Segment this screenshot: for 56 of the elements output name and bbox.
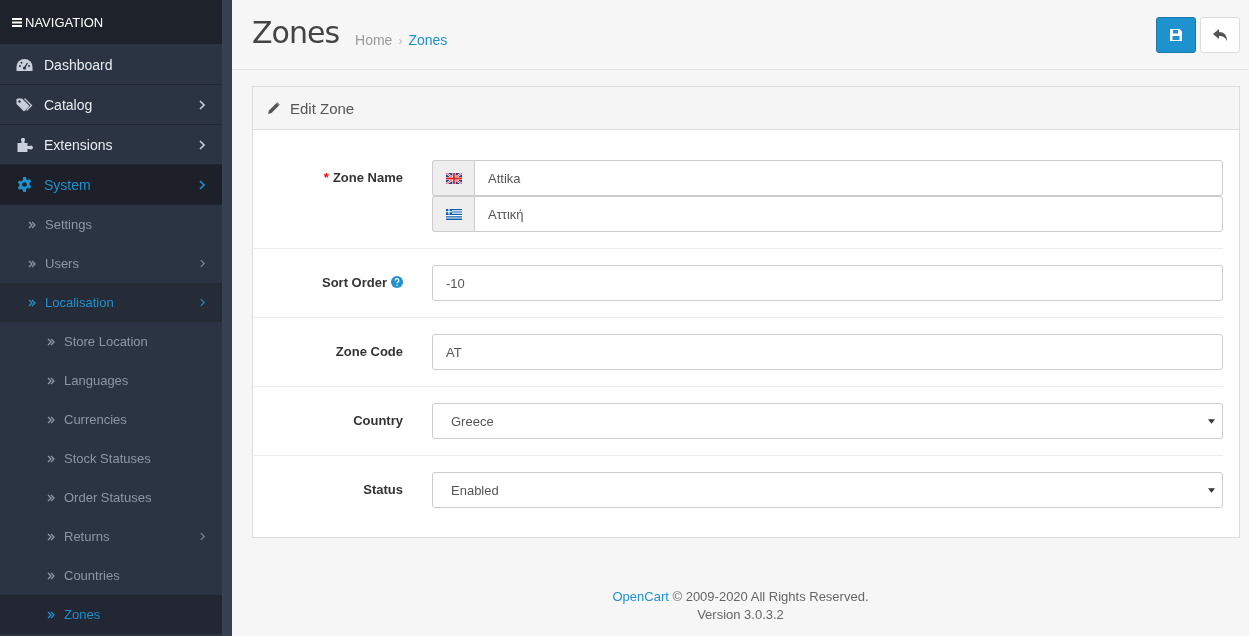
text-input[interactable]: Attika: [474, 160, 1223, 196]
caret-icon: [1208, 487, 1215, 493]
copyright-text: OpenCart © 2009-2020 All Rights Reserved.: [611, 588, 870, 606]
field-label: Country: [353, 413, 403, 428]
page-title: Zones: [252, 15, 339, 50]
double-chevron-icon: [28, 259, 36, 268]
reply-arrow-icon: [1213, 28, 1227, 41]
text-input[interactable]: -10: [432, 265, 1223, 301]
save-button[interactable]: [1156, 16, 1196, 53]
text-input[interactable]: Αττική: [474, 196, 1223, 232]
breadcrumb-link[interactable]: Home: [355, 31, 393, 48]
submenu-item[interactable]: Localisation: [0, 283, 222, 322]
save-icon: [1170, 28, 1182, 41]
dashboard-icon: [16, 58, 33, 71]
opencart-link[interactable]: OpenCart: [612, 589, 669, 604]
select-field[interactable]: Greece: [432, 403, 1223, 439]
double-chevron-icon: [47, 610, 55, 619]
double-chevron-icon: [47, 454, 55, 463]
double-chevron-icon: [28, 220, 36, 229]
double-chevron-icon: [47, 532, 55, 541]
chevron-right-icon: [200, 532, 205, 541]
double-chevron-icon: [28, 298, 36, 307]
chevron-right-icon: [199, 139, 205, 150]
flag-icon: [445, 208, 462, 220]
chevron-right-icon: [199, 179, 205, 190]
menu-icon[interactable]: [12, 17, 22, 27]
breadcrumb-link[interactable]: Zones: [408, 31, 448, 48]
double-chevron-icon: [47, 571, 55, 580]
settings-icon: [16, 177, 33, 192]
double-chevron-icon: [47, 337, 55, 346]
tag-icon: [16, 97, 33, 112]
breadcrumb-separator: ›: [398, 33, 403, 48]
text-input[interactable]: AT: [432, 334, 1223, 370]
puzzle-icon: [16, 137, 33, 152]
chevron-right-icon: [200, 298, 205, 307]
field-label: Status: [363, 482, 403, 497]
field-label: Sort Order: [322, 275, 387, 290]
caret-icon: [1208, 418, 1215, 424]
chevron-right-icon: [199, 99, 205, 110]
required-marker: *: [323, 170, 329, 185]
navigation-title: NAVIGATION: [25, 14, 104, 30]
double-chevron-icon: [47, 376, 55, 385]
back-button[interactable]: [1200, 16, 1240, 53]
help-icon[interactable]: [391, 276, 403, 288]
field-label: Zone Code: [335, 344, 403, 359]
double-chevron-icon: [47, 415, 55, 424]
select-field[interactable]: Enabled: [432, 472, 1223, 508]
menu-item[interactable]: System: [0, 165, 222, 205]
submenu-item[interactable]: Zones: [0, 595, 222, 634]
pencil-icon: [268, 102, 280, 114]
panel-title: Edit Zone: [290, 99, 355, 117]
field-label: Zone Name: [332, 170, 403, 185]
flag-icon: [445, 172, 462, 184]
double-chevron-icon: [47, 493, 55, 502]
version-text: Version 3.0.3.2: [696, 606, 785, 624]
chevron-right-icon: [200, 259, 205, 268]
